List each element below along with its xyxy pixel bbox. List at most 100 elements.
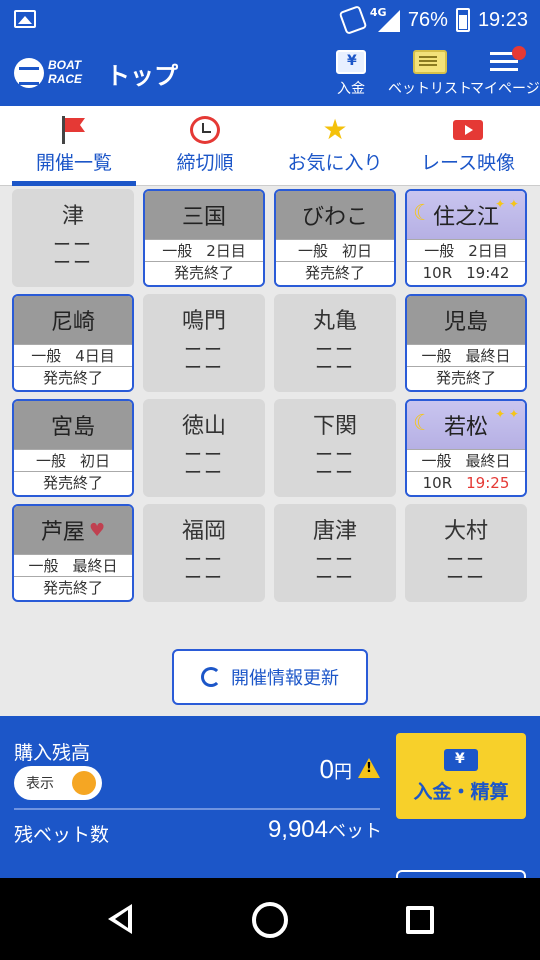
venue-card[interactable]: 鳴門 ーー ーー xyxy=(143,294,265,392)
venue-name-box: びわこ xyxy=(276,191,394,239)
venue-card[interactable]: ☾ ✦ ✦ 住之江一般 2日目 10R 19:42 xyxy=(405,189,527,287)
network-type: 4G xyxy=(369,6,387,19)
balance-unit: 円 xyxy=(334,762,352,782)
battery-icon xyxy=(455,8,470,32)
app-bar: BOAT RACE トップ 入金 ベットリスト マイページ xyxy=(0,40,540,106)
venue-status-row: 発売終了 xyxy=(14,366,132,388)
mypage-button[interactable]: マイページ xyxy=(470,46,540,98)
warning-icon[interactable] xyxy=(358,758,380,778)
venue-status: 発売終了 xyxy=(173,264,234,282)
refresh-label: 開催情報更新 xyxy=(231,668,339,689)
venue-name-box: 児島 xyxy=(407,296,525,344)
venue-name-box: 鳴門 xyxy=(145,296,263,342)
venue-card[interactable]: 芦屋 ♥ 一般 最終日 発売終了 xyxy=(12,504,134,602)
venue-card[interactable]: 津ーー ーー xyxy=(12,189,134,287)
no-race-dash: ーー xyxy=(315,358,355,379)
recent-apps-icon[interactable] xyxy=(406,906,434,934)
tab-schedule[interactable]: 開催一覧 xyxy=(12,106,136,186)
tab-deadline-label: 締切順 xyxy=(176,152,234,174)
venue-name-box: 徳山 xyxy=(145,401,263,447)
venue-grade: 一般 xyxy=(162,242,193,260)
remaining-bets-value: 9,904ベット xyxy=(268,816,382,844)
venue-card[interactable]: 福岡 ーー ーー xyxy=(143,504,265,602)
tab-favorites-label: お気に入り xyxy=(287,152,383,174)
venue-name: 児島 xyxy=(443,310,488,335)
logo-text-line1: BOAT xyxy=(48,58,82,72)
venue-day: 2日目 xyxy=(468,242,508,260)
venue-name-box: 三国 xyxy=(145,191,263,239)
venue-card[interactable]: 大村 ーー ーー xyxy=(405,504,527,602)
account-panel: 購入残高 表示 0円 残ベット数 9,904ベット 入金・精算 xyxy=(0,716,540,882)
deposit-settle-label: 入金・精算 xyxy=(413,780,509,803)
boatrace-logo[interactable]: BOAT RACE xyxy=(14,58,86,90)
stars-icon: ✦ ✦ xyxy=(495,407,519,421)
venue-name-box: 丸亀 xyxy=(276,296,394,342)
venue-grade-row: 一般 2日目 xyxy=(407,239,525,261)
tab-race-video-label: レース映像 xyxy=(420,152,516,174)
betlist-button[interactable]: ベットリスト xyxy=(388,50,472,98)
venue-status: 発売終了 xyxy=(42,474,103,492)
venue-name: 三国 xyxy=(181,205,226,230)
stars-icon: ✦ ✦ xyxy=(495,197,519,211)
venue-name-box: 唐津 xyxy=(276,506,394,552)
venue-card[interactable]: 宮島 一般 初日 発売終了 xyxy=(12,399,134,497)
venue-grade: 一般 xyxy=(35,452,66,470)
remaining-bets-unit: ベット xyxy=(328,821,382,841)
deposit-settle-button[interactable]: 入金・精算 xyxy=(396,733,526,819)
venue-card[interactable]: 尼崎 一般 4日目 発売終了 xyxy=(12,294,134,392)
logo-text-line2: RACE xyxy=(48,72,83,86)
venue-card[interactable]: 下関 ーー ーー xyxy=(274,399,396,497)
venue-name: 宮島 xyxy=(50,415,95,440)
deposit-icon xyxy=(336,50,366,74)
video-icon xyxy=(453,116,483,144)
deposit-header-button[interactable]: 入金 xyxy=(336,50,366,98)
venue-grade-row: 一般 最終日 xyxy=(14,554,132,576)
venue-card[interactable]: 唐津 ーー ーー xyxy=(274,504,396,602)
venue-card[interactable]: 三国 一般 2日目 発売終了 xyxy=(143,189,265,287)
refresh-schedule-button[interactable]: 開催情報更新 xyxy=(172,649,368,705)
tab-deadline[interactable]: 締切順 xyxy=(150,106,260,186)
venue-grade-row: 一般 初日 xyxy=(276,239,394,261)
venue-status-row: 発売終了 xyxy=(145,261,263,283)
panel-divider xyxy=(14,808,380,810)
moon-icon: ☾ xyxy=(413,201,433,226)
tab-favorites[interactable]: ★ お気に入り xyxy=(278,106,392,186)
venue-status: 発売終了 xyxy=(42,369,103,387)
clock: 19:23 xyxy=(477,8,528,31)
tab-race-video[interactable]: レース映像 xyxy=(410,106,526,186)
venue-grade: 一般 xyxy=(421,347,452,365)
tab-schedule-label: 開催一覧 xyxy=(35,152,112,174)
venue-status-row: 発売終了 xyxy=(407,366,525,388)
venue-card[interactable]: びわこ 一般 初日 発売終了 xyxy=(274,189,396,287)
venue-race-row: 10R 19:42 xyxy=(407,261,525,283)
venue-card[interactable]: 児島 一般 最終日 発売終了 xyxy=(405,294,527,392)
venue-name: 住之江 xyxy=(432,205,499,230)
venue-race: 10R xyxy=(422,473,453,492)
no-race-dash: ーー xyxy=(53,253,93,274)
venue-name-box: 宮島 xyxy=(14,401,132,449)
venue-race-row: 10R 19:25 xyxy=(407,471,525,493)
venue-name: 丸亀 xyxy=(312,309,357,334)
menu-icon xyxy=(489,46,526,74)
alarm-clock-icon xyxy=(190,116,220,144)
battery-percent: 76% xyxy=(407,8,448,31)
home-icon[interactable] xyxy=(252,902,288,938)
venue-name: 大村 xyxy=(443,519,488,544)
balance-visibility-toggle[interactable]: 表示 xyxy=(14,766,102,800)
venue-name-box: 大村 xyxy=(407,506,525,552)
system-nav-bar xyxy=(0,878,540,960)
venue-card[interactable]: ☾ ✦ ✦ 若松 一般 最終日 10R 19:25 xyxy=(405,399,527,497)
venue-status-row: 発売終了 xyxy=(14,471,132,493)
balance-amount: 0 xyxy=(319,754,334,784)
back-icon[interactable] xyxy=(108,904,132,934)
venue-deadline: 19:25 xyxy=(466,473,510,492)
page-title: トップ xyxy=(106,62,178,90)
no-race-dash: ーー xyxy=(184,358,224,379)
venue-card[interactable]: 丸亀 ーー ーー xyxy=(274,294,396,392)
venue-deadline: 19:42 xyxy=(466,263,510,282)
venue-grade-row: 一般 4日目 xyxy=(14,344,132,366)
no-race-dash: ーー xyxy=(184,463,224,484)
venue-grade: 一般 xyxy=(421,452,452,470)
venue-name: 下関 xyxy=(312,414,357,439)
venue-card[interactable]: 徳山 ーー ーー xyxy=(143,399,265,497)
